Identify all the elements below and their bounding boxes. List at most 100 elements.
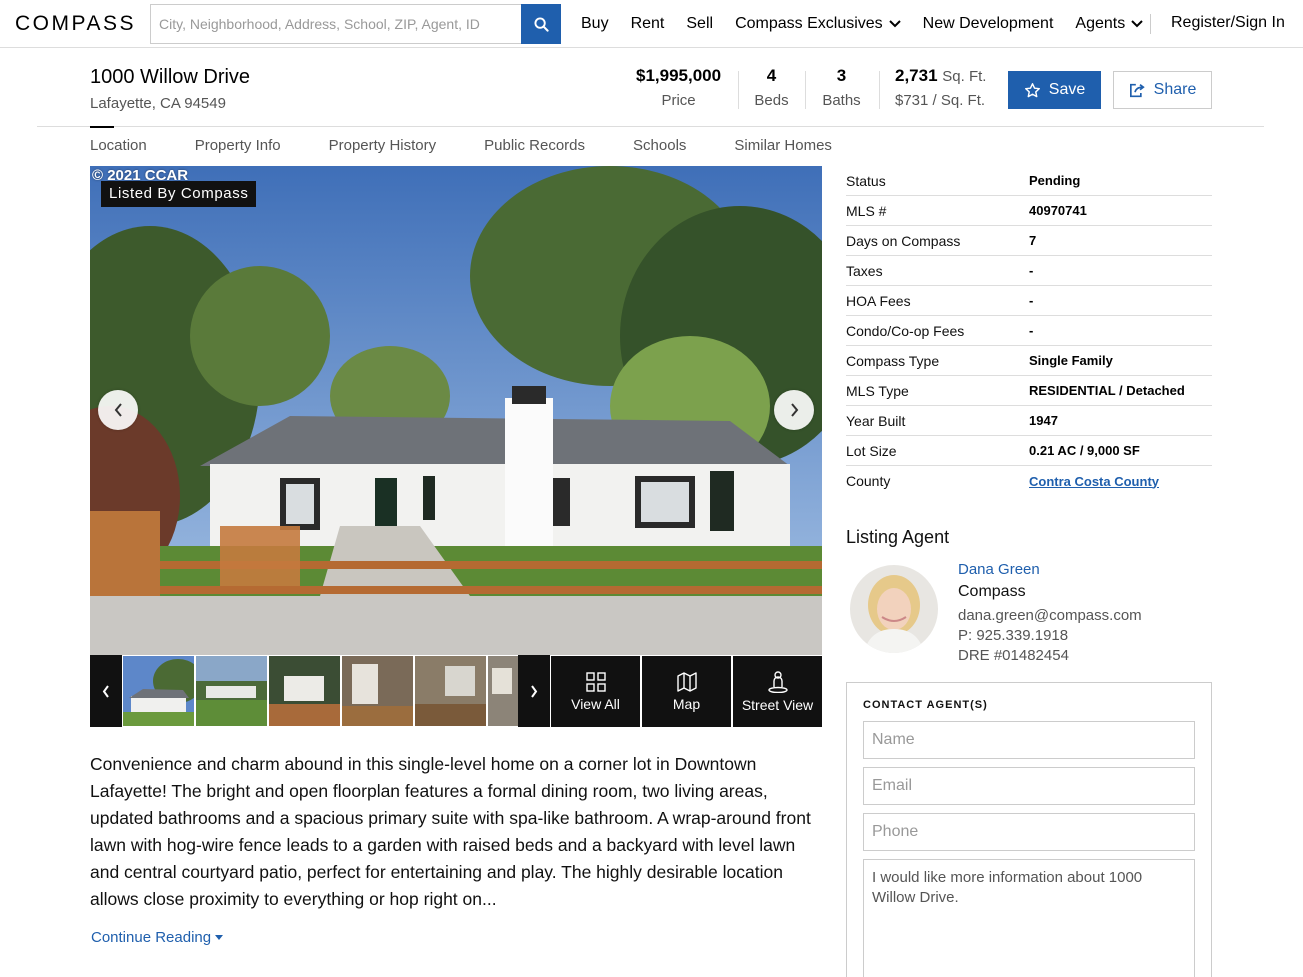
phone-field[interactable] (864, 814, 1194, 850)
grid-icon (585, 671, 606, 692)
sqft-unit: Sq. Ft. (942, 68, 987, 85)
beds-label: Beds (754, 92, 789, 109)
contact-agent-form: CONTACT AGENT(S) I would like more infor… (846, 682, 1212, 977)
listing-agent-heading: Listing Agent (846, 527, 950, 547)
thumbnail[interactable] (488, 656, 518, 726)
agent-photo (850, 565, 938, 653)
listed-by-badge: Listed By Compass (101, 181, 257, 207)
detail-value: 1947 (1029, 413, 1058, 428)
nav-new-development[interactable]: New Development (923, 15, 1054, 33)
save-button[interactable]: Save (1008, 71, 1101, 109)
search-box (150, 4, 522, 44)
main-photo[interactable] (90, 166, 822, 655)
thumbnail[interactable] (269, 656, 340, 726)
detail-label: County (846, 473, 891, 489)
tab-property-info[interactable]: Property Info (195, 126, 281, 166)
tab-schools[interactable]: Schools (633, 126, 686, 166)
thumbnail-next-button[interactable] (518, 655, 550, 727)
detail-row-year-built: Year Built 1947 (846, 406, 1212, 436)
beds-stat: 4 Beds (754, 66, 789, 109)
listing-description: Convenience and charm abound in this sin… (90, 754, 811, 909)
section-tabs: Location Property Info Property History … (90, 126, 880, 166)
detail-row-status: Status Pending (846, 166, 1212, 196)
thumbnail[interactable] (415, 656, 486, 726)
name-field-wrap (863, 721, 1195, 759)
detail-row-lot-size: Lot Size 0.21 AC / 9,000 SF (846, 436, 1212, 466)
compass-logo[interactable]: COMPASS (15, 12, 136, 36)
agent-email[interactable]: dana.green@compass.com (958, 607, 1142, 624)
photo-prev-button[interactable] (98, 390, 138, 430)
continue-reading-link[interactable]: Continue Reading (91, 929, 224, 946)
photo-next-button[interactable] (774, 390, 814, 430)
thumbnail-image (488, 656, 518, 726)
nav-buy[interactable]: Buy (581, 15, 609, 33)
detail-label: Status (846, 172, 886, 189)
message-field-wrap: I would like more information about 1000… (863, 859, 1195, 977)
detail-label: Year Built (846, 412, 906, 429)
property-details-table: Status Pending MLS # 40970741 Days on Comp… (846, 166, 1212, 496)
detail-label: Condo/Co-op Fees (846, 322, 965, 339)
chevron-left-icon (114, 403, 122, 417)
agent-name-link[interactable]: Dana Green (958, 561, 1040, 578)
share-label: Share (1153, 81, 1197, 98)
message-field[interactable]: I would like more information about 1000… (864, 860, 1194, 977)
search-icon (533, 16, 549, 32)
register-signin-link[interactable]: Register/Sign In (1171, 14, 1285, 32)
name-field[interactable] (864, 722, 1194, 758)
thumbnail-prev-button[interactable] (90, 655, 122, 727)
thumbnail-image (342, 656, 413, 726)
county-link[interactable]: Contra Costa County (1029, 474, 1159, 489)
street-view-button[interactable]: Street View (733, 656, 822, 727)
thumbnail[interactable] (342, 656, 413, 726)
detail-value: Pending (1029, 173, 1081, 188)
nav-rent[interactable]: Rent (631, 15, 665, 33)
detail-label: Days on Compass (846, 232, 961, 249)
nav-agents-label: Agents (1075, 15, 1126, 32)
price-value: $1,995,000 (636, 66, 722, 85)
nav-compass-exclusives[interactable]: Compass Exclusives (735, 15, 901, 33)
sqft-value: 2,731 (895, 66, 938, 85)
detail-label: Lot Size (846, 442, 897, 459)
detail-row-mls: MLS # 40970741 (846, 196, 1212, 226)
thumbnail-image (196, 656, 267, 726)
chevron-right-icon (790, 403, 798, 417)
nav-agents[interactable]: Agents (1075, 15, 1143, 33)
tab-public-records[interactable]: Public Records (484, 126, 585, 166)
nav-compass-exclusives-label: Compass Exclusives (735, 15, 883, 32)
house-photo (90, 166, 822, 655)
price-per-sqft: $731 / Sq. Ft. (895, 92, 986, 109)
main-menu: Buy Rent Sell Compass Exclusives New Dev… (581, 0, 1165, 48)
agent-avatar[interactable] (850, 565, 938, 653)
listing-address: 1000 Willow Drive (90, 66, 251, 88)
person-icon (767, 670, 788, 693)
email-field[interactable] (864, 768, 1194, 804)
detail-row-taxes: Taxes - (846, 256, 1212, 286)
chevron-down-icon (888, 20, 901, 28)
chevron-right-icon (531, 684, 538, 698)
detail-value: - (1029, 293, 1034, 308)
tab-property-history[interactable]: Property History (329, 126, 437, 166)
detail-row-mls-type: MLS Type RESIDENTIAL / Detached (846, 376, 1212, 406)
phone-field-wrap (863, 813, 1195, 851)
map-label: Map (672, 695, 701, 712)
detail-label: Compass Type (846, 352, 940, 369)
top-nav: COMPASS Buy Rent Sell Compass Exclusives… (0, 0, 1303, 48)
baths-label: Baths (822, 92, 861, 109)
share-icon (1129, 83, 1145, 97)
agent-phone[interactable]: P: 925.339.1918 (958, 627, 1068, 644)
baths-value: 3 (836, 66, 847, 85)
thumbnail[interactable] (123, 656, 194, 726)
map-button[interactable]: Map (642, 656, 731, 727)
search-button[interactable] (521, 4, 561, 44)
nav-sell[interactable]: Sell (686, 15, 713, 33)
view-all-button[interactable]: View All (551, 656, 640, 727)
nav-divider (1150, 14, 1151, 34)
tab-similar-homes[interactable]: Similar Homes (734, 126, 832, 166)
chevron-down-icon (1131, 20, 1143, 28)
tab-location[interactable]: Location (90, 126, 147, 166)
thumbnail[interactable] (196, 656, 267, 726)
search-input[interactable] (151, 5, 522, 43)
share-button[interactable]: Share (1113, 71, 1212, 109)
continue-reading-label: Continue Reading (91, 929, 212, 946)
price-label: Price (661, 92, 696, 109)
